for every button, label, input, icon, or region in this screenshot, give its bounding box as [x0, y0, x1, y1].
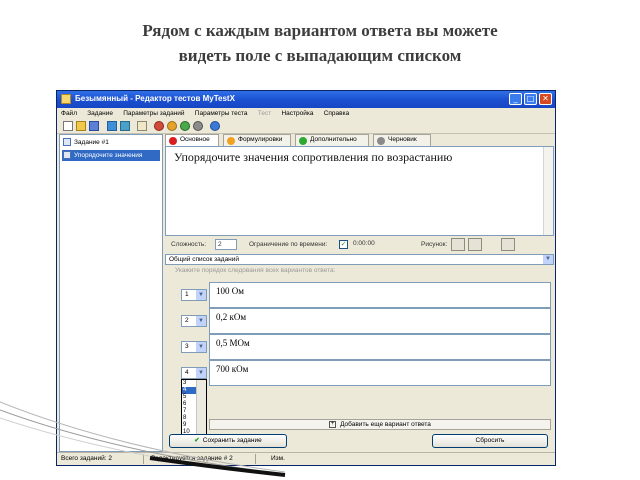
window-title: Безымянный - Редактор тестов MyTestX	[75, 94, 235, 103]
title-bar[interactable]: Безымянный - Редактор тестов MyTestX _ □…	[57, 91, 555, 108]
add-answer-label: Добавить еще вариант ответа	[340, 421, 431, 428]
reset-button[interactable]: Сбросить	[432, 434, 548, 448]
gray-circle-icon	[377, 137, 385, 145]
new-file-icon[interactable]	[63, 121, 73, 131]
answer-text-3[interactable]: 0,5 МОм	[209, 334, 551, 360]
order-value: 1	[185, 291, 189, 298]
tab-draft[interactable]: Черновик	[373, 134, 431, 146]
chevron-down-icon[interactable]: ▼	[196, 316, 206, 326]
slide-title-line-2: видеть поле с выпадающим списком	[178, 46, 462, 65]
time-limit-checkbox[interactable]: ✓	[339, 240, 348, 249]
answer-order-select-4[interactable]: 4 ▼	[181, 367, 207, 379]
menu-task-params[interactable]: Параметры заданий	[119, 108, 188, 119]
answer-order-select-1[interactable]: 1 ▼	[181, 289, 207, 301]
add-task-icon[interactable]	[107, 121, 117, 131]
picture-label: Рисунок:	[421, 241, 448, 248]
difficulty-value: 2	[218, 241, 222, 248]
answer-text: 0,5 МОм	[216, 338, 250, 348]
task-list-combo[interactable]: Общий список заданий ▼	[165, 254, 554, 265]
open-folder-icon[interactable]	[76, 121, 86, 131]
draft-icon[interactable]	[193, 121, 203, 131]
app-icon	[61, 94, 71, 104]
difficulty-spinner[interactable]: 2	[215, 239, 237, 250]
tab-formulations[interactable]: Формулировки	[223, 134, 291, 146]
tree-item-label: Задание #1	[74, 139, 109, 146]
menu-test-params[interactable]: Параметры теста	[191, 108, 252, 119]
chevron-down-icon[interactable]: ▼	[196, 290, 206, 300]
answer-text: 100 Ом	[216, 286, 244, 296]
tab-main[interactable]: Основное	[165, 134, 219, 146]
menu-help[interactable]: Справка	[320, 108, 354, 119]
red-circle-icon	[169, 137, 177, 145]
minimize-button[interactable]: _	[509, 93, 522, 105]
extra-icon[interactable]	[180, 121, 190, 131]
menu-test: Тест	[257, 110, 272, 117]
chevron-down-icon[interactable]: ▼	[196, 342, 206, 352]
chevron-down-icon[interactable]: ▼	[543, 255, 553, 264]
menu-settings[interactable]: Настройка	[277, 108, 317, 119]
formulation-icon[interactable]	[167, 121, 177, 131]
answer-order-select-2[interactable]: 2 ▼	[181, 315, 207, 327]
task-icon	[63, 138, 71, 146]
record-icon[interactable]	[154, 121, 164, 131]
question-scrollbar[interactable]	[543, 147, 553, 235]
answer-text: 700 кОм	[216, 364, 249, 374]
camera-icon[interactable]	[468, 238, 482, 251]
orange-circle-icon	[227, 137, 235, 145]
insert-picture-icon[interactable]	[451, 238, 465, 251]
close-button[interactable]: ✕	[539, 93, 552, 105]
toolbar	[57, 119, 555, 134]
time-limit-label: Ограничение по времени:	[249, 241, 328, 248]
tree-item-label: Упорядочите значения	[74, 152, 143, 159]
tab-extra[interactable]: Дополнительно	[295, 134, 369, 146]
tree-item-task-2[interactable]: Упорядочите значения	[62, 150, 160, 161]
save-icon[interactable]	[89, 121, 99, 131]
task-list-value: Общий список заданий	[169, 256, 240, 263]
paste-icon[interactable]	[501, 238, 515, 251]
order-value: 4	[185, 369, 189, 376]
tab-label: Черновик	[388, 136, 417, 143]
reset-label: Сбросить	[475, 437, 505, 444]
tab-label: Формулировки	[238, 136, 283, 143]
task-icon	[63, 151, 71, 159]
decorative-sweep-lines	[0, 401, 286, 477]
tab-label: Основное	[180, 136, 210, 143]
order-value: 3	[185, 343, 189, 350]
question-editor[interactable]: Упорядочите значения сопротивления по во…	[165, 146, 554, 236]
difficulty-label: Сложность:	[171, 241, 207, 248]
order-value: 2	[185, 317, 189, 324]
slide-title-line-1: Рядом с каждым вариантом ответа вы может…	[142, 21, 498, 40]
answers-hint: Укажите порядок следования всех варианто…	[175, 267, 336, 274]
list-icon[interactable]	[137, 121, 147, 131]
time-value: 0:00:00	[353, 240, 375, 247]
delete-task-icon[interactable]	[120, 121, 130, 131]
tree-item-task-1[interactable]: Задание #1	[62, 137, 160, 148]
answer-text: 0,2 кОм	[216, 312, 247, 322]
menu-bar: Файл Задание Параметры заданий Параметры…	[57, 108, 555, 119]
answer-text-2[interactable]: 0,2 кОм	[209, 308, 551, 334]
menu-task[interactable]: Задание	[83, 108, 117, 119]
tab-bar: Основное Формулировки Дополнительно Черн…	[165, 134, 553, 146]
time-field[interactable]: 0:00:00	[351, 239, 391, 250]
answer-order-select-3[interactable]: 3 ▼	[181, 341, 207, 353]
chevron-down-icon[interactable]: ▼	[196, 368, 206, 378]
answer-text-1[interactable]: 100 Ом	[209, 282, 551, 308]
tab-label: Дополнительно	[310, 136, 357, 143]
info-icon[interactable]	[210, 121, 220, 131]
maximize-button[interactable]: □	[524, 93, 537, 105]
menu-file[interactable]: Файл	[57, 108, 81, 119]
task-options-bar: Сложность: 2 Ограничение по времени: ✓ 0…	[165, 238, 553, 252]
green-circle-icon	[299, 137, 307, 145]
question-text[interactable]: Упорядочите значения сопротивления по во…	[174, 150, 543, 164]
plus-icon: +	[329, 420, 337, 428]
slide-title: Рядом с каждым вариантом ответа вы может…	[40, 18, 600, 68]
